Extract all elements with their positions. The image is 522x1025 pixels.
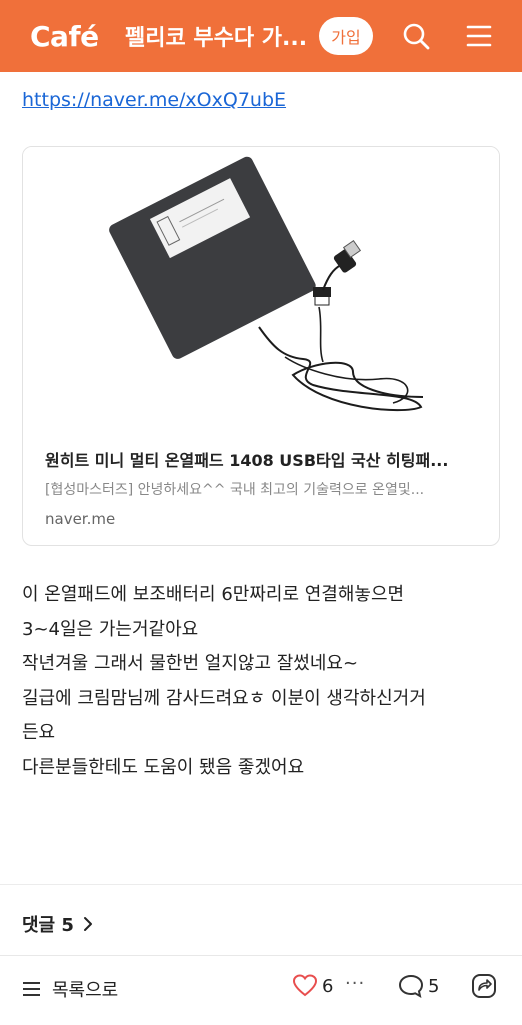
link-card-title: 원히트 미니 멀티 온열패드 1408 USB타입 국산 히팅패... [45, 451, 449, 470]
comments-label: 댓글 5 [22, 915, 74, 936]
link-card-domain: naver.me [45, 510, 116, 528]
like-count: 6 [322, 975, 334, 997]
post-body-line: 작년겨울 그래서 물한번 얼지않고 잘썼네요~ [22, 653, 359, 674]
product-image [23, 147, 499, 419]
menu-icon[interactable] [463, 20, 495, 52]
post-body-line: 든요 [22, 722, 56, 743]
comments-link[interactable]: 댓글 5 [22, 911, 94, 937]
heart-icon [292, 974, 318, 998]
comment-count: 5 [428, 975, 440, 997]
chevron-right-icon [82, 915, 94, 933]
cafe-logo[interactable]: Café [30, 20, 125, 53]
cafe-name[interactable]: 펠리코 부수다 가... [125, 20, 315, 52]
list-icon [22, 980, 42, 998]
more-icon[interactable]: ··· [345, 973, 365, 994]
post-body-line: 3~4일은 가는거같아요 [22, 618, 199, 640]
list-label: 목록으로 [52, 980, 119, 1001]
post-body-line: 다른분들한테도 도움이 됐음 좋겠어요 [22, 756, 305, 778]
post-body: 이 온열패드에 보조배터리 6만짜리로 연결해놓으면 3~4일은 가는거같아요 … [22, 578, 502, 785]
link-card-description: [협성마스터즈] 안녕하세요^^ 국내 최고의 기술력으로 온열및... [45, 482, 425, 498]
comment-icon [398, 974, 424, 998]
like-button[interactable]: 6 [292, 974, 333, 998]
post-body-line: 길급에 크림맘님께 감사드려요ㅎ 이분이 생각하신거거 [22, 687, 426, 709]
search-icon[interactable] [400, 20, 432, 52]
bottom-action-bar: 목록으로 6 ··· 5 [0, 955, 522, 1025]
post-body-line: 이 온열패드에 보조배터리 6만짜리로 연결해놓으면 [22, 584, 405, 605]
join-button[interactable]: 가입 [319, 17, 373, 55]
post-link[interactable]: https://naver.me/xOxQ7ubE [22, 89, 286, 111]
top-app-bar: Café 펠리코 부수다 가... 가입 [0, 0, 522, 72]
comment-button[interactable]: 5 [398, 974, 439, 998]
link-preview-card[interactable]: 원히트 미니 멀티 온열패드 1408 USB타입 국산 히팅패... [협성마… [22, 146, 500, 546]
share-icon[interactable] [470, 972, 498, 1004]
list-button[interactable]: 목록으로 [22, 976, 118, 1002]
divider [0, 884, 522, 885]
